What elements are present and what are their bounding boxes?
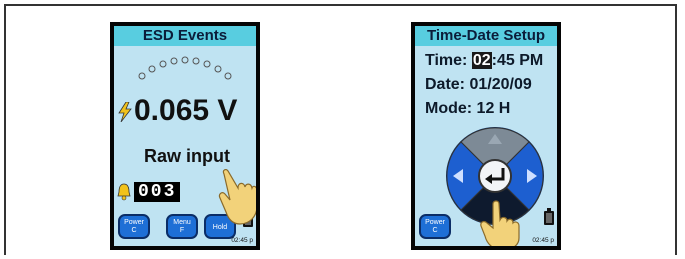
time-hour-field[interactable]: 02 [471,52,492,69]
esd-subtitle: Raw input [144,146,230,166]
lightning-icon [118,102,132,122]
time-label: Time: [425,52,468,69]
time-clock: 02:45 p [532,237,554,244]
time-power-button[interactable]: Power C [419,214,451,239]
power-button-key: C [131,227,137,234]
event-counter: 003 [134,182,181,202]
time-rest: :45 PM [491,52,544,69]
mode-row[interactable]: Mode: 12 H [425,100,510,118]
date-row[interactable]: Date: 01/20/09 [425,76,532,94]
menu-button-key: F [179,227,185,234]
menu-button-label: Menu [173,219,191,226]
time-row[interactable]: Time: 02:45 PM [425,52,543,70]
esd-clock: 02:45 p [231,237,253,244]
menu-button[interactable]: Menu F [166,214,198,239]
esd-device: ESD Events 0.065 V Raw input 003 Power C [110,22,260,250]
signal-arc-icon [138,56,232,80]
time-device: Time-Date Setup Time: 02:45 PM Date: 01/… [411,22,561,250]
time-screen: Time-Date Setup Time: 02:45 PM Date: 01/… [415,26,557,246]
power-button[interactable]: Power C [118,214,150,239]
time-title: Time-Date Setup [415,26,557,46]
time-power-button-label: Power [425,219,445,226]
time-power-button-key: C [432,227,438,234]
time-battery-icon [544,208,554,225]
esd-value: 0.065 V [134,94,238,127]
power-button-label: Power [124,219,144,226]
bell-icon [117,183,131,201]
pointing-hand-icon [218,168,256,225]
esd-screen: ESD Events 0.065 V Raw input 003 Power C [114,26,256,246]
figure-frame [4,4,677,255]
time-pointing-hand-icon [480,200,520,246]
